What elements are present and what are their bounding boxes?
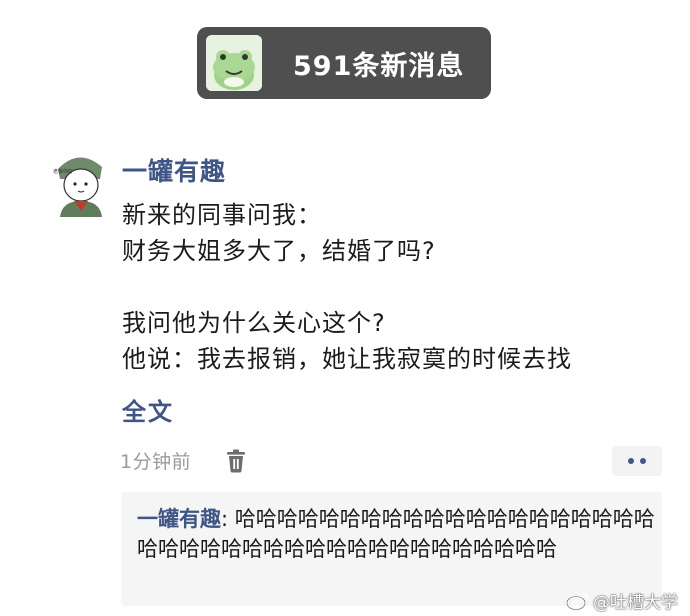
post-timestamp: 1分钟前	[120, 451, 192, 473]
post-blank-line	[122, 269, 682, 305]
trash-icon[interactable]	[225, 449, 247, 473]
post-line: 财务大姐多大了，结婚了吗?	[122, 237, 436, 265]
new-messages-count: 591条新消息	[293, 50, 465, 82]
new-messages-banner[interactable]: 591条新消息	[197, 27, 491, 99]
post-content: 新来的同事问我： 财务大姐多大了，结婚了吗? 我问他为什么关心这个? 他说：我去…	[122, 197, 682, 377]
reply-text-block: 一罐有趣: 哈哈哈哈哈哈哈哈哈哈哈哈哈哈哈哈哈哈哈哈哈哈哈哈哈哈哈哈哈哈哈哈哈哈…	[137, 504, 662, 564]
post-author[interactable]: 一罐有趣	[122, 152, 226, 188]
watermark-text: @吐槽大学	[593, 593, 678, 613]
post-line: 我问他为什么关心这个?	[122, 309, 386, 337]
more-options-button[interactable]	[612, 446, 662, 476]
frog-avatar-icon	[206, 35, 262, 91]
post-line: 新来的同事问我：	[122, 201, 322, 229]
watermark: @吐槽大学	[566, 588, 678, 613]
reply-author[interactable]: 一罐有趣	[137, 507, 221, 531]
post-line: 他说：我去报销，她让我寂寞的时候去找	[122, 345, 572, 373]
reply-separator: :	[221, 507, 235, 531]
weibo-icon	[566, 591, 589, 610]
avatar-label: 老板你好	[53, 168, 73, 175]
avatar[interactable]: 老板你好	[52, 149, 106, 217]
full-text-link[interactable]: 全文	[122, 392, 174, 427]
more-dots-icon	[628, 458, 646, 464]
